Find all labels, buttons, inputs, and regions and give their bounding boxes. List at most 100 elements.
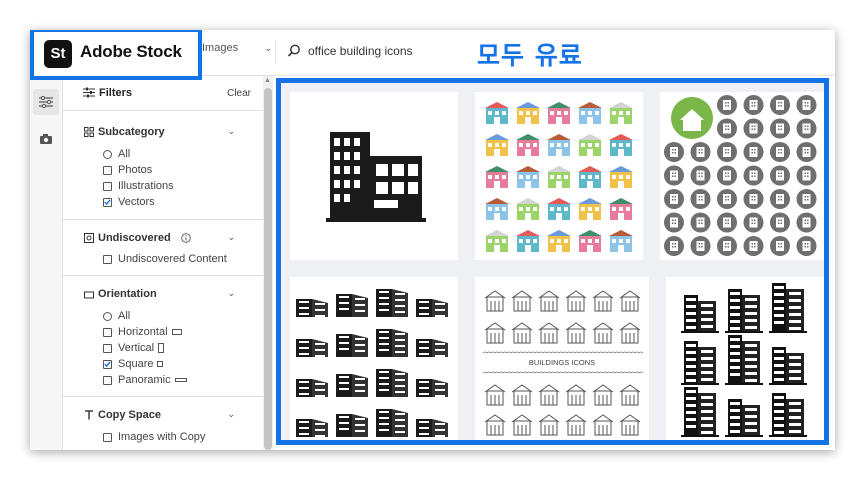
building-thumbnail xyxy=(547,198,571,220)
visual-search-button[interactable] xyxy=(33,126,59,152)
result-tile-black-3d-buildings[interactable] xyxy=(290,277,458,440)
building-thumbnail xyxy=(516,134,540,156)
filters-scrollbar[interactable]: ▲ xyxy=(263,76,273,450)
gray-building-icon xyxy=(690,212,711,233)
images-with-copy-option[interactable]: Images with Copy xyxy=(103,430,205,444)
checkbox[interactable] xyxy=(103,375,112,385)
subcategory-section-title[interactable]: Subcategory xyxy=(98,126,165,138)
subcategory-option-all[interactable]: All xyxy=(103,147,130,161)
result-tile-colorful-buildings[interactable] xyxy=(475,92,643,260)
orientation-option-panoramic[interactable]: Panoramic xyxy=(103,373,187,387)
orientation-option-vertical[interactable]: Vertical xyxy=(103,341,165,355)
checkbox[interactable] xyxy=(103,254,112,264)
section-divider xyxy=(63,219,263,220)
gray-building-icon xyxy=(770,142,790,162)
checkbox[interactable] xyxy=(103,432,112,442)
chevron-down-icon: ⌄ xyxy=(264,43,272,53)
scrollbar-thumb[interactable] xyxy=(264,88,272,450)
orientation-icon xyxy=(84,291,94,299)
gray-building-icon xyxy=(717,165,737,186)
black-building-icon xyxy=(336,374,368,397)
black-building-icon xyxy=(416,379,448,397)
building-thumbnail xyxy=(516,230,540,252)
orientation-option-square[interactable]: Square xyxy=(103,357,164,371)
result-tile-black-skyscrapers[interactable] xyxy=(666,277,824,440)
chevron-down-icon[interactable]: ⌄ xyxy=(227,126,235,137)
search-icon[interactable] xyxy=(286,43,302,59)
screenshot-stage: St Adobe Stock Images ⌄ office building … xyxy=(0,0,865,480)
chevron-down-icon[interactable]: ⌄ xyxy=(227,288,235,299)
outline-building-icon xyxy=(565,384,587,406)
scroll-up-arrow-icon[interactable]: ▲ xyxy=(264,77,271,84)
content-type-select[interactable]: Images ⌄ xyxy=(202,42,272,62)
gray-building-icon xyxy=(770,189,790,209)
orientation-option-horizontal[interactable]: Horizontal xyxy=(103,325,182,339)
subcategory-option-vectors[interactable]: Vectors xyxy=(103,195,155,209)
result-tile-gray-circle-icons[interactable] xyxy=(660,92,824,260)
checkbox[interactable] xyxy=(103,181,112,191)
clear-filters-link[interactable]: Clear xyxy=(227,88,251,99)
black-building-icon xyxy=(416,299,448,317)
adobe-stock-window: St Adobe Stock Images ⌄ office building … xyxy=(30,30,835,450)
gray-building-icon xyxy=(717,189,737,209)
radio-button[interactable] xyxy=(103,149,112,159)
gray-building-icon xyxy=(796,165,817,186)
gray-building-icon xyxy=(664,142,684,162)
checkbox[interactable] xyxy=(103,343,112,353)
outline-building-icon xyxy=(538,322,560,344)
gray-building-icon xyxy=(770,236,790,256)
search-input[interactable]: office building icons xyxy=(308,44,413,58)
outline-building-icon xyxy=(484,414,506,436)
outline-building-icon xyxy=(511,290,533,312)
gray-building-icon xyxy=(664,212,684,233)
black-building-icon xyxy=(376,289,408,317)
skyscraper-icon xyxy=(769,283,807,333)
gray-building-icon xyxy=(796,236,817,256)
grid-icon xyxy=(84,127,94,137)
checkbox[interactable] xyxy=(103,327,112,337)
copy-space-section-title[interactable]: Copy Space xyxy=(98,409,161,421)
office-building-icon xyxy=(290,92,458,260)
filters-toggle-button[interactable] xyxy=(33,89,59,115)
search-results-grid: BUILDINGS ICONS xyxy=(276,78,829,445)
skyscraper-icon xyxy=(725,399,763,439)
outline-building-icon xyxy=(538,290,560,312)
subcategory-option-photos[interactable]: Photos xyxy=(103,163,152,177)
result-tile-office-building[interactable] xyxy=(290,92,458,260)
skyscraper-icon xyxy=(769,347,807,387)
building-thumbnail xyxy=(609,134,633,156)
filters-icon xyxy=(39,95,53,109)
gray-building-icon xyxy=(664,165,684,186)
undiscovered-content-option[interactable]: Undiscovered Content xyxy=(103,252,227,266)
checkmark-icon xyxy=(104,199,111,206)
content-type-value: Images xyxy=(202,42,239,54)
building-thumbnail xyxy=(547,134,571,156)
colorful-buildings-set xyxy=(485,102,633,252)
logo-highlight-box[interactable]: St Adobe Stock xyxy=(30,30,202,80)
filter-sliders-icon xyxy=(83,87,95,98)
undiscovered-section-title[interactable]: Undiscovered xyxy=(98,232,171,244)
building-thumbnail xyxy=(547,230,571,252)
radio-button[interactable] xyxy=(103,311,112,321)
building-thumbnail xyxy=(578,166,602,188)
undiscovered-icon xyxy=(84,233,94,243)
building-thumbnail xyxy=(609,166,633,188)
checkbox-checked[interactable] xyxy=(103,359,112,369)
gray-building-icon xyxy=(743,118,764,139)
black-building-icon xyxy=(296,419,328,437)
gray-building-icon xyxy=(690,189,711,209)
subcategory-option-illustrations[interactable]: Illustrations xyxy=(103,179,174,193)
info-icon[interactable] xyxy=(181,233,191,243)
promo-annotation: 모두 유료 xyxy=(477,41,583,70)
orientation-option-all[interactable]: All xyxy=(103,309,130,323)
result-tile-line-buildings[interactable]: BUILDINGS ICONS xyxy=(475,277,649,440)
chevron-down-icon[interactable]: ⌄ xyxy=(227,232,235,243)
black-building-icon xyxy=(336,334,368,357)
chevron-down-icon[interactable]: ⌄ xyxy=(227,409,235,420)
outline-building-icon xyxy=(592,290,614,312)
black-building-icon xyxy=(416,339,448,357)
orientation-section-title[interactable]: Orientation xyxy=(98,288,157,300)
text-t-icon xyxy=(85,410,93,420)
checkbox-checked[interactable] xyxy=(103,197,112,207)
checkbox[interactable] xyxy=(103,165,112,175)
